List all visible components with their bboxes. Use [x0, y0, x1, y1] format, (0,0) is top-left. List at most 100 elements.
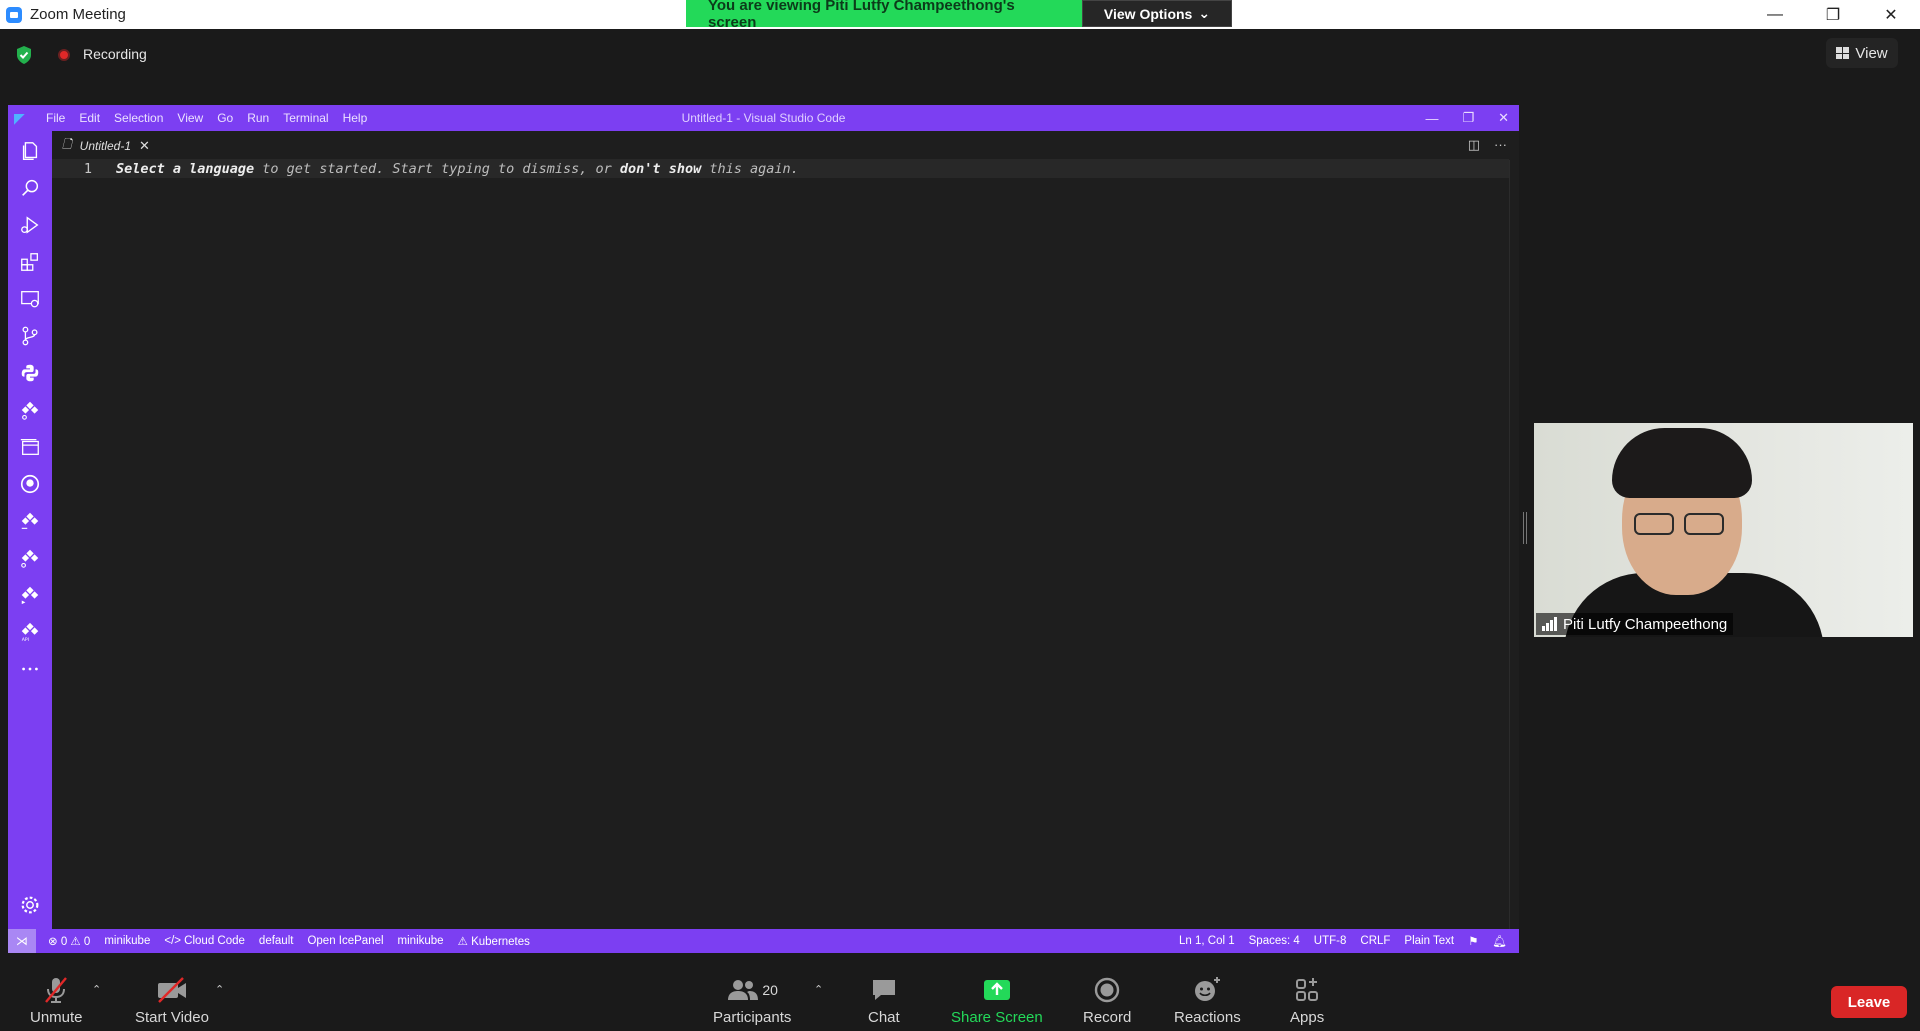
api-icon[interactable]: API — [18, 620, 42, 644]
remote-explorer-icon[interactable] — [18, 287, 42, 311]
close-window-button[interactable]: ✕ — [1862, 0, 1920, 29]
participants-count: 20 — [762, 982, 778, 998]
video-options-chevron-icon[interactable]: ⌃ — [215, 983, 224, 996]
tab-untitled-1[interactable]: 🗋 Untitled-1 ✕ — [52, 131, 160, 160]
code-line[interactable]: 1 Select a language to get started. Star… — [52, 159, 1509, 178]
search-icon[interactable] — [18, 176, 42, 200]
view-options-label: View Options — [1103, 5, 1193, 22]
more-icon[interactable] — [18, 657, 42, 681]
status-left: ⊗ 0 ⚠ 0 minikube </> Cloud Code default … — [48, 934, 530, 948]
status-kubernetes[interactable]: ⚠ Kubernetes — [458, 934, 530, 948]
status-problems[interactable]: ⊗ 0 ⚠ 0 — [48, 934, 90, 948]
menu-edit[interactable]: Edit — [79, 111, 100, 125]
chat-button[interactable]: Chat — [868, 975, 900, 1026]
status-open-icepanel[interactable]: Open IcePanel — [307, 935, 383, 947]
record-button[interactable]: Record — [1083, 975, 1131, 1026]
line-number: 1 — [83, 160, 92, 177]
python-icon[interactable] — [18, 361, 42, 385]
status-context-minikube[interactable]: minikube — [104, 935, 150, 947]
participants-icon-group: 20 — [726, 975, 778, 1005]
status-cursor-position[interactable]: Ln 1, Col 1 — [1179, 935, 1235, 947]
menu-go[interactable]: Go — [217, 111, 233, 125]
editor-actions: ◫ ··· — [1468, 137, 1507, 153]
participants-icon — [728, 980, 759, 1000]
vscode-menubar: File Edit Selection View Go Run Terminal… — [46, 111, 381, 125]
start-video-button[interactable]: Start Video — [135, 975, 209, 1026]
editor-scrollbar[interactable] — [1509, 160, 1519, 929]
panel-icon[interactable] — [18, 435, 42, 459]
source-control-icon[interactable] — [18, 324, 42, 348]
feedback-icon[interactable]: ⚑ — [1468, 934, 1478, 948]
select-language-link[interactable]: Select a language — [116, 161, 254, 177]
view-layout-button[interactable]: View — [1826, 38, 1898, 68]
restore-button[interactable]: ❐ — [1804, 0, 1862, 29]
explorer-icon[interactable] — [18, 139, 42, 163]
panel-resize-handle[interactable] — [1523, 512, 1527, 544]
menu-help[interactable]: Help — [343, 111, 368, 125]
minimize-button[interactable]: — — [1746, 0, 1804, 29]
window-controls: — ❐ ✕ — [1746, 0, 1920, 29]
dont-show-link[interactable]: don't show — [620, 161, 701, 177]
editor-area[interactable]: 🗋 Untitled-1 ✕ ◫ ··· 1 Select a language… — [52, 131, 1519, 929]
record-label: Record — [1083, 1009, 1132, 1026]
vscode-minimize-icon[interactable]: — — [1425, 111, 1438, 126]
status-context-minikube-2[interactable]: minikube — [398, 935, 444, 947]
meeting-info-bar: Recording View — [0, 29, 1920, 79]
remote-indicator-icon[interactable]: ⋊ — [8, 929, 36, 953]
reactions-button[interactable]: Reactions — [1174, 975, 1241, 1026]
vscode-body: API 🗋 Untitled-1 ✕ ◫ ··· 1 Select a lang… — [8, 131, 1519, 929]
github-icon[interactable] — [18, 472, 42, 496]
close-tab-icon[interactable]: ✕ — [139, 138, 150, 154]
participant-glasses-right — [1684, 513, 1724, 535]
screen-share-banner: You are viewing Piti Lutfy Champeethong'… — [686, 0, 1232, 31]
view-label: View — [1855, 44, 1888, 62]
participant-video-tile[interactable]: Piti Lutfy Champeethong — [1534, 423, 1913, 637]
chat-label: Chat — [868, 1009, 900, 1026]
file-icon: 🗋 — [62, 137, 72, 151]
split-editor-icon[interactable]: ◫ — [1468, 137, 1480, 153]
deploy-icon[interactable] — [18, 583, 42, 607]
leave-button[interactable]: Leave — [1831, 986, 1907, 1018]
grid-view-icon — [1836, 47, 1850, 59]
status-eol[interactable]: CRLF — [1360, 935, 1390, 947]
status-namespace[interactable]: default — [259, 935, 294, 947]
chevron-down-icon: ⌄ — [1198, 5, 1211, 21]
participants-options-chevron-icon[interactable]: ⌃ — [814, 983, 823, 996]
vscode-logo-icon: ◤ — [14, 109, 25, 126]
cloud-run-icon[interactable] — [18, 546, 42, 570]
menu-terminal[interactable]: Terminal — [283, 111, 328, 125]
more-actions-icon[interactable]: ··· — [1494, 137, 1507, 153]
vscode-restore-icon[interactable]: ❐ — [1462, 110, 1474, 126]
apps-icon — [1292, 975, 1322, 1005]
extensions-icon[interactable] — [18, 250, 42, 274]
menu-view[interactable]: View — [177, 111, 203, 125]
vscode-close-icon[interactable]: ✕ — [1498, 110, 1509, 126]
status-cloud-code[interactable]: </> Cloud Code — [164, 935, 245, 947]
vscode-window-controls: — ❐ ✕ — [1425, 105, 1509, 131]
participant-glasses-left — [1634, 513, 1674, 535]
view-options-button[interactable]: View Options ⌄ — [1082, 0, 1232, 27]
start-video-label: Start Video — [135, 1009, 209, 1026]
hint-text-1: to get started. Start typing to dismiss,… — [254, 160, 620, 177]
unmute-button[interactable]: Unmute — [30, 975, 83, 1026]
share-screen-button[interactable]: Share Screen — [951, 975, 1043, 1026]
notifications-bell-icon[interactable]: 🔔︎ — [1492, 934, 1507, 948]
menu-file[interactable]: File — [46, 111, 65, 125]
status-encoding[interactable]: UTF-8 — [1314, 935, 1347, 947]
participants-button[interactable]: 20 Participants — [713, 975, 791, 1026]
settings-gear-icon[interactable] — [18, 893, 42, 917]
menu-run[interactable]: Run — [247, 111, 269, 125]
shared-screen-vscode[interactable]: ◤ File Edit Selection View Go Run Termin… — [8, 105, 1519, 953]
menu-selection[interactable]: Selection — [114, 111, 163, 125]
run-debug-icon[interactable] — [18, 213, 42, 237]
kubernetes-icon[interactable] — [18, 398, 42, 422]
status-language-mode[interactable]: Plain Text — [1404, 935, 1454, 947]
recording-dot-icon — [58, 49, 70, 61]
cloud-code-icon[interactable] — [18, 509, 42, 533]
recording-label: Recording — [83, 46, 147, 62]
audio-options-chevron-icon[interactable]: ⌃ — [92, 983, 101, 996]
share-screen-icon — [981, 975, 1013, 1005]
status-indentation[interactable]: Spaces: 4 — [1249, 935, 1300, 947]
apps-button[interactable]: Apps — [1290, 975, 1324, 1026]
encryption-shield-icon[interactable] — [15, 45, 33, 65]
